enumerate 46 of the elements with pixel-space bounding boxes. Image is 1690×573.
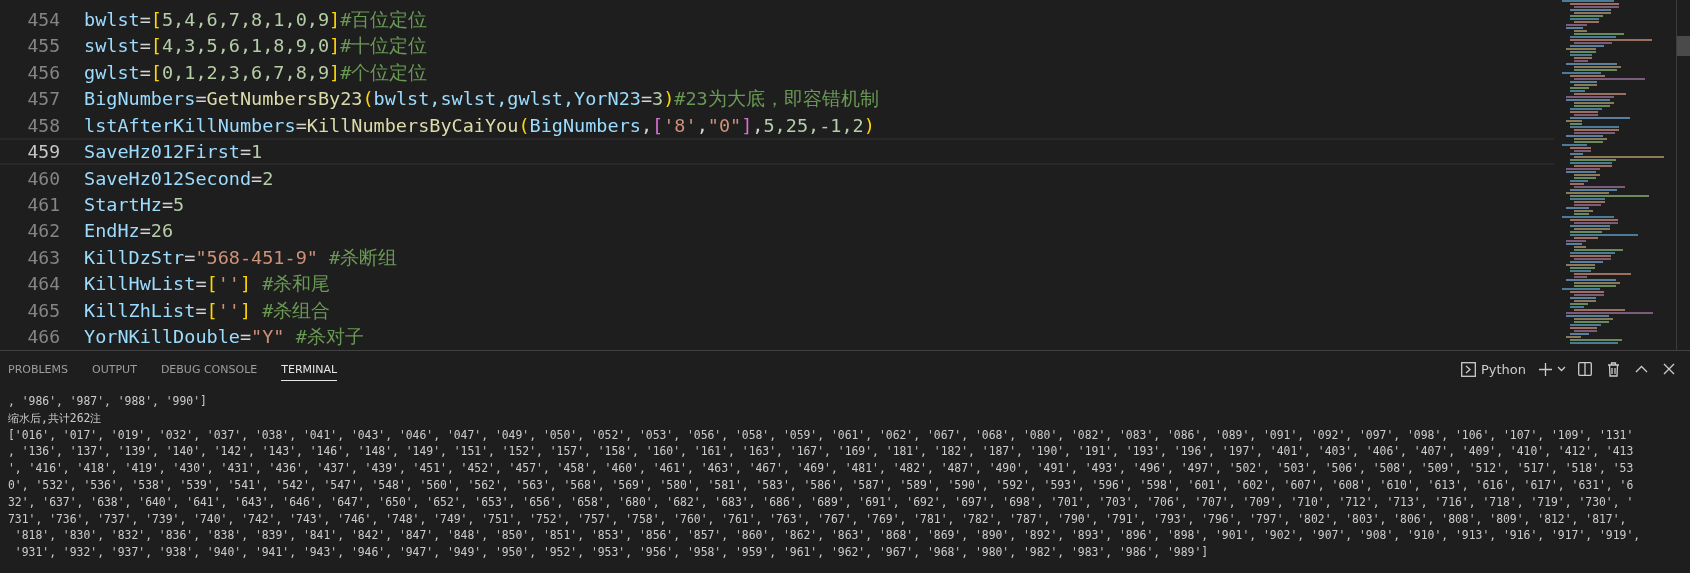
code-line: swlst=[4,3,5,6,1,8,9,0]#十位定位 xyxy=(84,34,428,59)
code-line: KillZhList=[''] #杀组合 xyxy=(84,298,331,323)
line-number: 456 xyxy=(26,61,60,83)
terminal-output-line: ', '416', '418', '419', '430', '431', '436', '437', '439', '451', '452', '457', '458', '460', '461', '463', '467', '469', '481', '482', '487', '490', '491', '493', '496', '497', '502', '503', '506', '508', '509', '512', '517', '518', '53 xyxy=(8,460,1635,477)
line-number: 458 xyxy=(26,114,60,136)
terminal-output-line: '931', '932', '937', '938', '940', '941', '943', '946', '947', '949', '950', '952', '953', '956', '958', '959', '961', '962', '967', '968', '980', '982', '983', '986', '989'] xyxy=(13,544,1210,561)
terminal-output-line: 缩水后,共计262注 xyxy=(8,409,103,427)
panel-tab[interactable]: TERMINAL xyxy=(281,357,338,381)
line-number: 454 xyxy=(26,8,60,30)
terminal-output-line: ['016', '017', '019', '032', '037', '038', '041', '043', '046', '047', '049', '050', '052', '053', '056', '058', '059', '061', '062', '067', '068', '080', '082', '083', '086', '089', '091', '092', '097', '098', '106', '107', '109', '131' xyxy=(8,426,1635,444)
line-number: 460 xyxy=(26,167,60,189)
code-line: KillHwList=[''] #杀和尾 xyxy=(84,272,331,297)
code-line: SaveHz012Second=2 xyxy=(84,167,274,189)
terminal-output-line: '818', '830', '832', '836', '838', '839', '841', '842', '847', '848', '850', '851', '853', '856', '857', '860', '862', '863', '868', '869', '890', '892', '893', '896', '898', '901', '902', '907', '908', '910', '913', '916', '917', '919', xyxy=(13,527,1642,545)
terminal-name: Python xyxy=(1480,361,1526,377)
line-number: 459 xyxy=(26,141,60,163)
code-line: StartHz=5 xyxy=(84,193,185,215)
code-line: lstAfterKillNumbers=KillNumbersByCaiYou(BigNumbers,['8',"0"],5,25,-1,2) xyxy=(84,114,875,136)
line-number: 461 xyxy=(26,193,60,215)
code-line: EndHz=26 xyxy=(84,220,174,242)
line-number: 462 xyxy=(26,220,60,242)
terminal-output-line: 0', '532', '536', '538', '539', '541', '542', '547', '548', '560', '562', '563', '568', '569', '580', '581', '583', '586', '587', '589', '590', '592', '593', '596', '598', '601', '602', '607', '608', '610', '613', '616', '617', '631', '6 xyxy=(8,477,1635,494)
code-line: bwlst=[5,4,6,7,8,1,0,9]#百位定位 xyxy=(84,7,428,32)
scrollbar-thumb[interactable] xyxy=(1677,36,1690,56)
code-line: BigNumbers=GetNumbersBy23(bwlst,swlst,gwlst,YorN23=3)#23为大底，即容错机制 xyxy=(84,87,879,112)
code-line: SaveHz012First=1 xyxy=(84,141,263,163)
line-number: 455 xyxy=(26,35,60,57)
terminal-output-line: 32', '637', '638', '640', '641', '643', '646', '647', '650', '652', '653', '656', '658', '680', '682', '683', '686', '689', '691', '692', '697', '698', '701', '703', '706', '707', '709', '710', '712', '713', '716', '718', '719', '730', ' xyxy=(8,493,1635,511)
terminal-output-line: , '986', '987', '988', '990'] xyxy=(8,393,208,410)
code-line: gwlst=[0,1,2,3,6,7,8,9]#个位定位 xyxy=(84,60,428,85)
split-icon[interactable] xyxy=(1576,360,1594,378)
panel-tab[interactable]: DEBUG CONSOLE xyxy=(160,357,258,381)
line-number: 466 xyxy=(26,326,60,348)
terminal-icon xyxy=(1460,361,1476,377)
line-number: 457 xyxy=(26,88,60,110)
code-line: KillDzStr="568-451-9" #杀断组 xyxy=(84,245,398,270)
terminal-output-line: , '136', '137', '139', '140', '142', '143', '146', '148', '149', '151', '152', '157', '158', '160', '161', '163', '167', '169', '181', '182', '187', '190', '191', '193', '196', '197', '401', '403', '406', '407', '409', '410', '412', '413 xyxy=(8,443,1635,461)
plus-icon[interactable] xyxy=(1536,360,1554,378)
panel-tab[interactable]: PROBLEMS xyxy=(8,357,69,381)
panel-tab[interactable]: OUTPUT xyxy=(92,357,137,381)
line-number: 465 xyxy=(26,299,60,321)
code-line: YorNKillDouble="Y" #杀对子 xyxy=(84,325,364,350)
terminal-output-line: 731', '736', '737', '739', '740', '742', '743', '746', '748', '749', '751', '752', '757', '758', '760', '761', '763', '767', '769', '781', '782', '787', '790', '791', '793', '796', '797', '802', '803', '806', '808', '809', '812', '817', xyxy=(8,510,1628,528)
terminal-selector[interactable]: Python xyxy=(1460,361,1526,377)
line-number: 463 xyxy=(26,246,60,268)
line-number: 464 xyxy=(26,273,60,295)
